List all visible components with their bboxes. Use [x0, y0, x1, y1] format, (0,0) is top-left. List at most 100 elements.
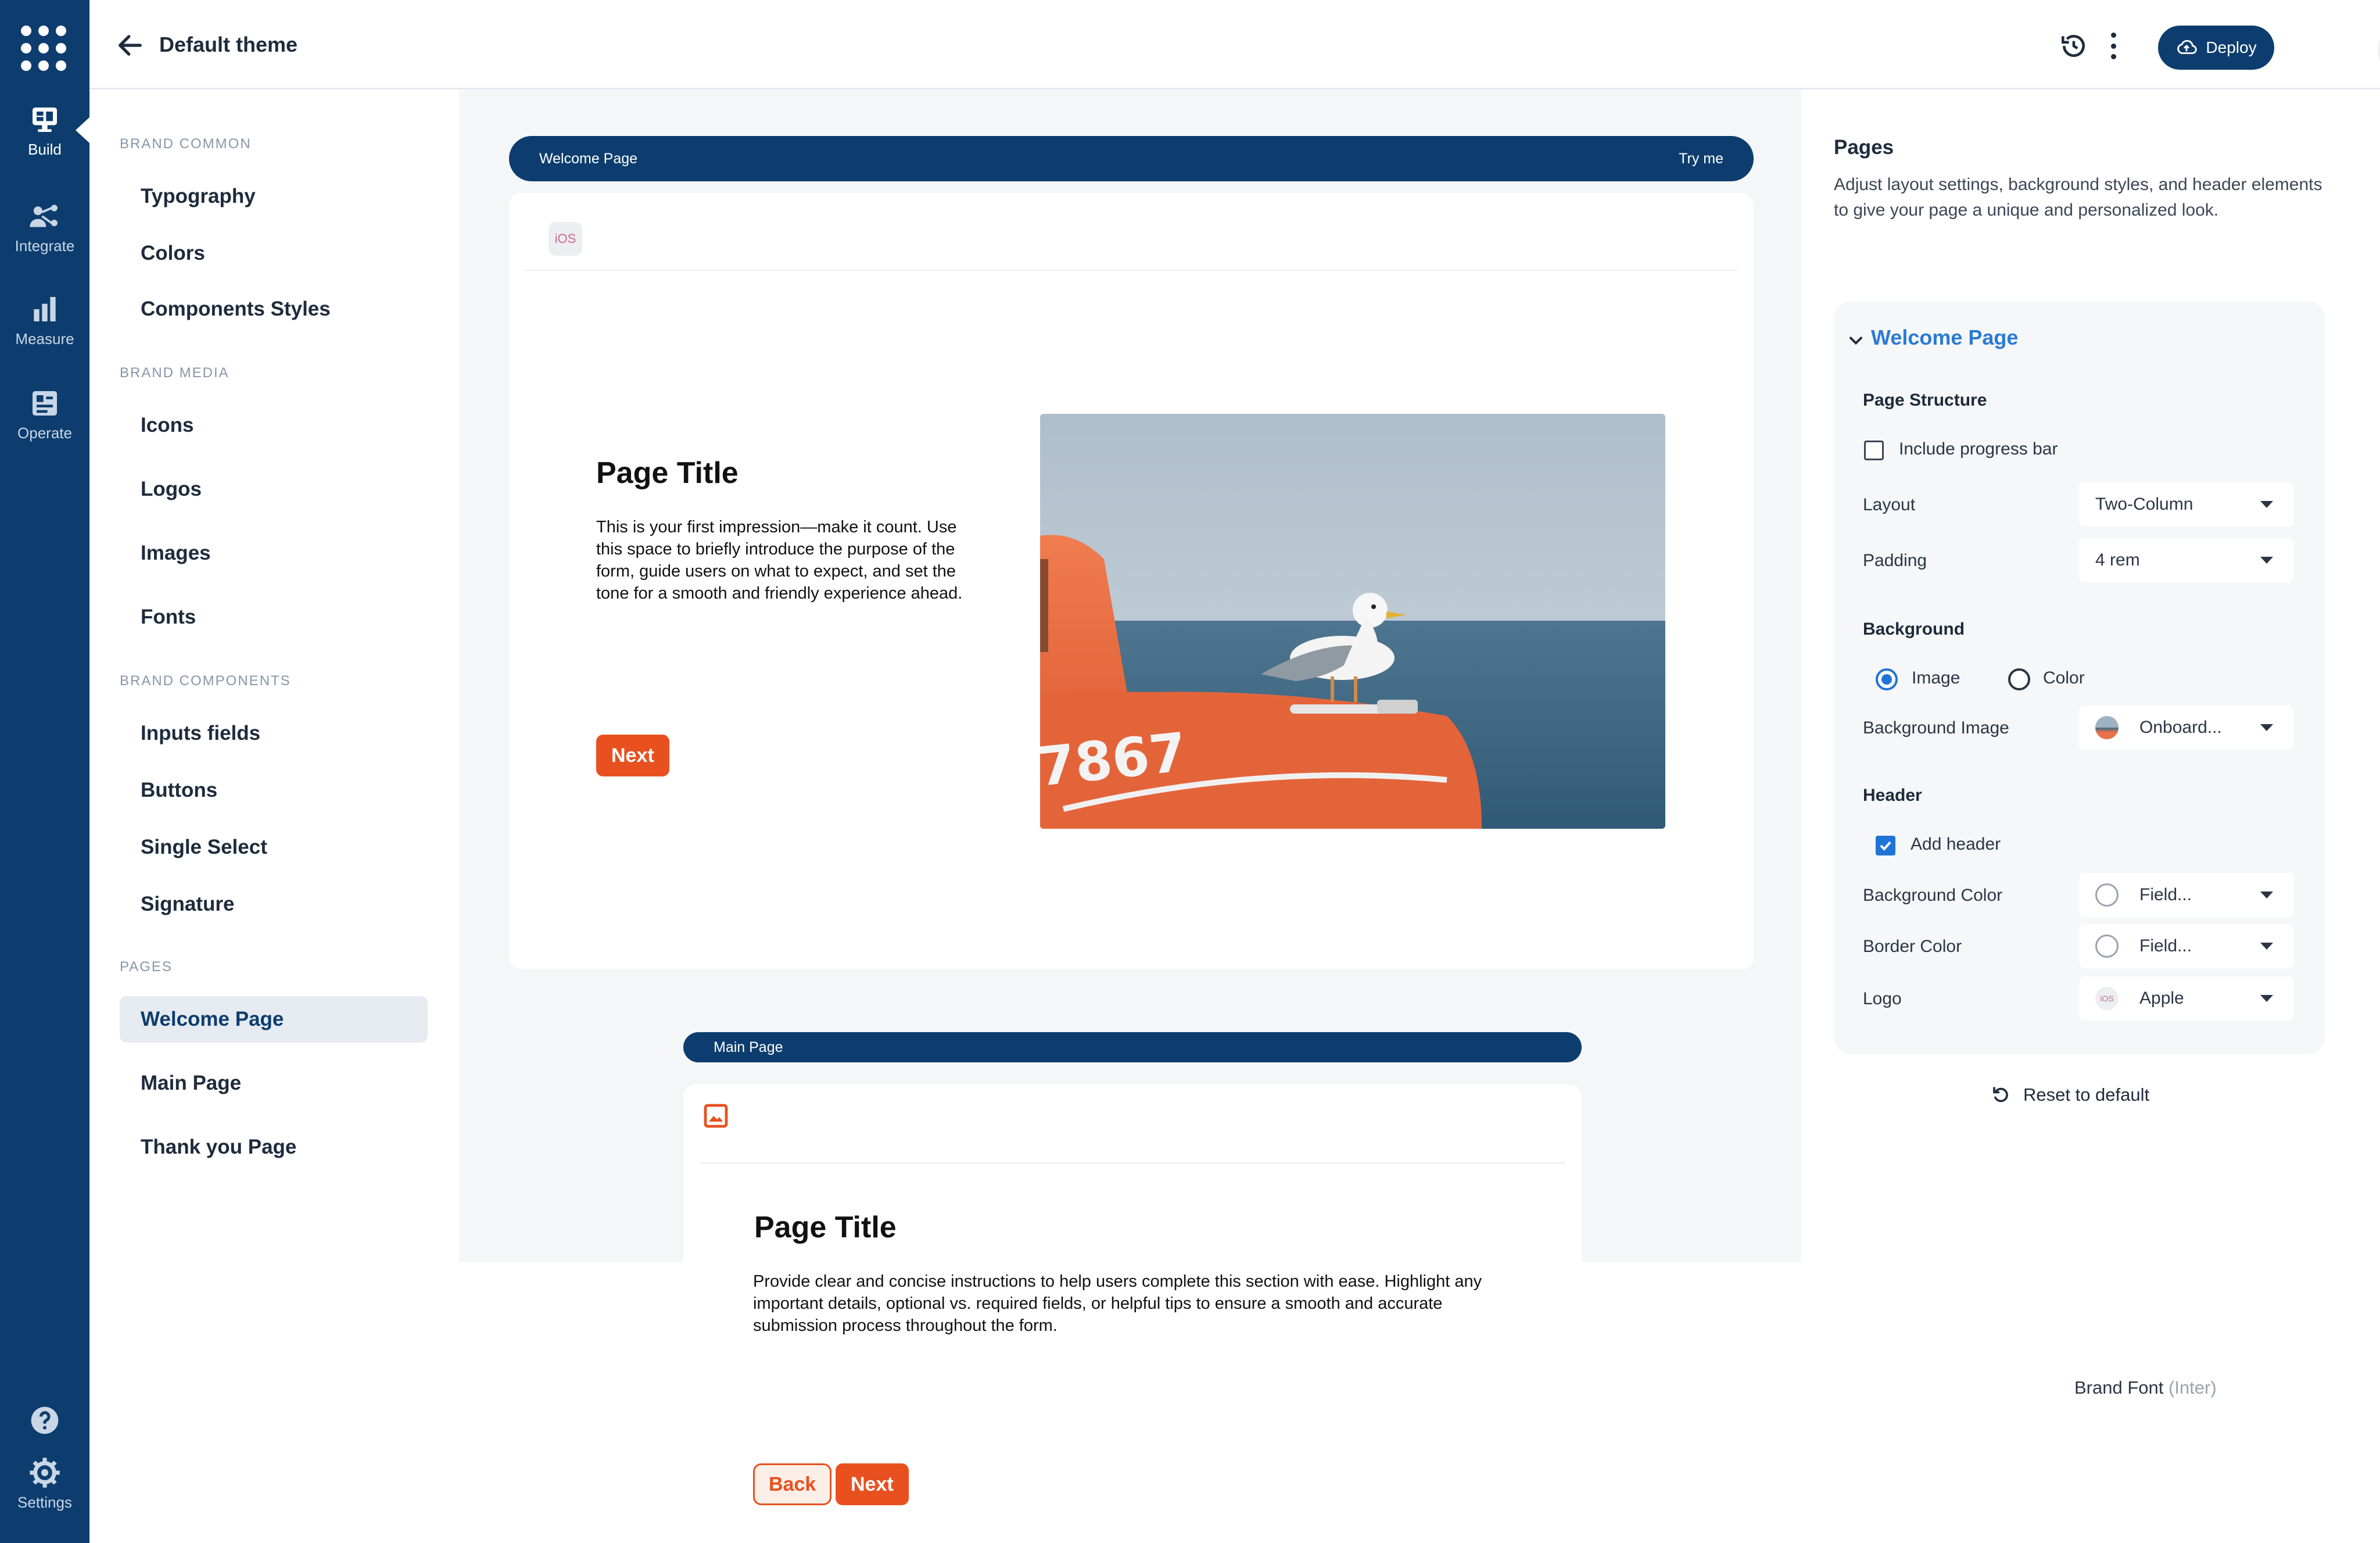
nav-item-typography[interactable]: Typography [120, 173, 428, 220]
welcome-page-title: Page Title [596, 456, 739, 490]
main-page-body: Provide clear and concise instructions t… [753, 1272, 1482, 1335]
nav-item-images[interactable]: Images [120, 530, 428, 577]
caret-down-icon [2260, 995, 2273, 1002]
page-structure-heading: Page Structure [1863, 391, 1987, 410]
nav-item-inputs-fields[interactable]: Inputs fields [120, 710, 428, 757]
padding-select[interactable]: 4 rem [2079, 538, 2294, 582]
header-heading: Header [1863, 786, 1922, 805]
rail-label-operate: Operate [17, 424, 72, 442]
layout-select[interactable]: Two-Column [2079, 482, 2294, 527]
background-image-select[interactable]: Onboard... [2079, 706, 2294, 750]
logo-label: Logo [1863, 989, 1902, 1008]
nav-section-brand-components: BRAND COMPONENTS [120, 673, 291, 689]
rail-label-integrate: Integrate [15, 237, 75, 255]
add-header-checkbox[interactable] [1876, 836, 1895, 855]
nav-item-colors[interactable]: Colors [120, 230, 428, 277]
caret-down-icon [2260, 501, 2273, 508]
caret-down-icon [2260, 557, 2273, 564]
welcome-next-button[interactable]: Next [596, 735, 669, 776]
caret-down-icon [2260, 892, 2273, 898]
nav-item-components-styles[interactable]: Components Styles [120, 286, 428, 332]
bar-chart-icon [34, 297, 56, 321]
main-banner-label: Main Page [714, 1039, 783, 1055]
back-arrow-icon[interactable] [115, 30, 145, 60]
gear-icon [30, 1458, 60, 1488]
operate-icon [33, 391, 57, 416]
help-button[interactable] [0, 1404, 89, 1441]
try-me-button[interactable]: Try me [1679, 151, 1723, 167]
welcome-card-header: iOS [525, 193, 1737, 271]
brand-font-label: Brand Font [2074, 1377, 2164, 1398]
app-launcher-icon[interactable] [21, 26, 66, 71]
nav-item-signature[interactable]: Signature [120, 881, 428, 928]
bg-color-radio[interactable] [2008, 668, 2030, 690]
include-progress-bar-label: Include progress bar [1899, 439, 2058, 459]
caret-down-icon [2260, 943, 2273, 950]
image-thumbnail-icon [2095, 716, 2119, 739]
rail-label-settings: Settings [17, 1494, 72, 1511]
panel-description: Adjust layout settings, background style… [1834, 175, 2322, 220]
layout-value: Two-Column [2095, 495, 2193, 514]
top-bar: Default theme Deploy FY [89, 0, 2380, 89]
padding-label: Padding [1863, 551, 1927, 570]
main-back-button[interactable]: Back [753, 1463, 832, 1505]
left-rail: Build Integrate Measure Operate Settings [0, 0, 91, 1543]
caret-down-icon [2260, 724, 2273, 731]
deploy-button[interactable]: Deploy [2158, 26, 2274, 70]
logo-select[interactable]: iOS Apple [2079, 976, 2294, 1021]
main-next-button[interactable]: Next [836, 1463, 909, 1505]
avatar[interactable]: FY [2378, 23, 2380, 77]
ios-logo: iOS [549, 222, 582, 256]
main-card-header [700, 1084, 1565, 1163]
accordion-welcome-page[interactable]: Welcome Page [1871, 325, 2018, 350]
bg-image-radio[interactable] [1876, 668, 1898, 690]
more-options-icon[interactable] [2109, 33, 2117, 59]
bg-image-label: Image [1912, 668, 1960, 688]
nav-item-welcome-page[interactable]: Welcome Page [120, 996, 428, 1043]
history-icon[interactable] [2059, 31, 2088, 60]
include-progress-bar-checkbox[interactable] [1864, 441, 1884, 460]
welcome-banner-label: Welcome Page [539, 150, 638, 167]
add-header-label: Add header [1911, 835, 2001, 854]
preview-canvas: Welcome Page Try me iOS Page Title This … [459, 89, 1801, 1262]
page-title: Default theme [159, 33, 298, 56]
chevron-down-icon[interactable] [1845, 330, 1866, 351]
nav-item-logos[interactable]: Logos [120, 466, 428, 513]
reset-to-default-button[interactable]: Reset to default [1991, 1084, 2149, 1105]
main-page-banner: Main Page [683, 1032, 1582, 1062]
rail-item-integrate[interactable]: Integrate [0, 200, 89, 255]
nav-item-main-page[interactable]: Main Page [120, 1060, 428, 1107]
rail-item-measure[interactable]: Measure [0, 293, 89, 348]
image-placeholder-icon [704, 1104, 728, 1128]
color-swatch-icon [2095, 883, 2119, 907]
welcome-page-banner: Welcome Page Try me [509, 136, 1754, 181]
logo-value: Apple [2139, 989, 2184, 1008]
background-color-select[interactable]: Field... [2079, 873, 2294, 917]
rail-item-settings[interactable]: Settings [0, 1456, 89, 1512]
main-page-card: Page Title [683, 1084, 1582, 1262]
seagull-lifeboat-image: 7867 [1040, 414, 1665, 829]
border-color-select[interactable]: Field... [2079, 924, 2294, 968]
nav-item-thank-you-page[interactable]: Thank you Page [120, 1124, 428, 1170]
active-indicator [76, 116, 91, 144]
nav-item-single-select[interactable]: Single Select [120, 824, 428, 871]
theme-nav: BRAND COMMON Typography Colors Component… [89, 89, 459, 1543]
nav-item-fonts[interactable]: Fonts [120, 594, 428, 640]
settings-panel: Pages Adjust layout settings, background… [1801, 89, 2380, 1543]
brand-font-value: (Inter) [2168, 1377, 2217, 1398]
reset-icon [1993, 1087, 2008, 1102]
welcome-page-body: This is your first impression—make it co… [596, 518, 963, 603]
rail-item-operate[interactable]: Operate [0, 387, 89, 442]
layout-label: Layout [1863, 495, 1916, 514]
build-icon [33, 108, 57, 132]
nav-item-buttons[interactable]: Buttons [120, 767, 428, 814]
reset-label: Reset to default [2023, 1084, 2150, 1105]
help-icon [31, 1406, 59, 1434]
nav-section-brand-media: BRAND MEDIA [120, 365, 230, 381]
welcome-background-image: 7867 [1040, 414, 1665, 829]
integrate-icon [30, 205, 58, 227]
nav-item-icons[interactable]: Icons [120, 402, 428, 449]
nav-section-pages: PAGES [120, 959, 173, 975]
check-icon [1880, 841, 1891, 851]
rail-label-measure: Measure [15, 330, 74, 348]
